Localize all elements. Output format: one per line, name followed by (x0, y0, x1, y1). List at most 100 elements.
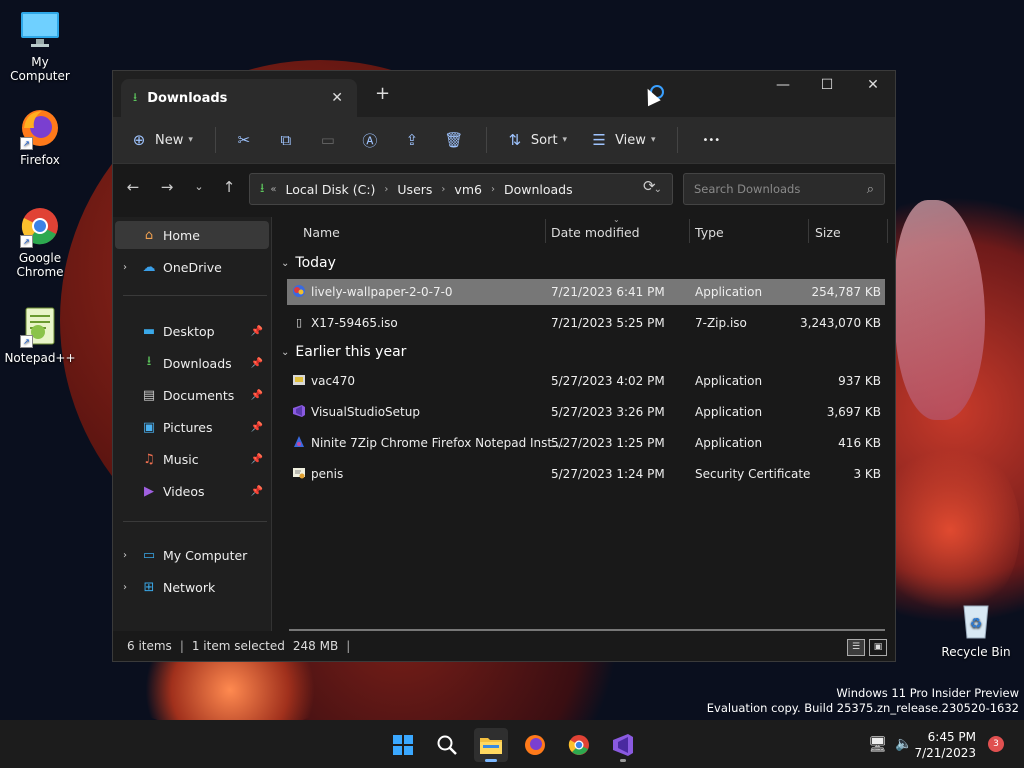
desktop-icon-label: My Computer (10, 55, 70, 83)
certificate-icon (292, 466, 306, 480)
clock-time: 6:45 PM (927, 730, 976, 744)
desktop-icon-my-computer[interactable]: My Computer (0, 8, 80, 83)
column-size[interactable]: Size (815, 225, 841, 240)
expand-chevron-icon[interactable]: › (123, 262, 137, 273)
desktop-icon-firefox[interactable]: ↗ Firefox (0, 106, 80, 167)
column-name[interactable]: Name (303, 225, 340, 240)
breadcrumb-local-disk[interactable]: Local Disk (C:) (286, 182, 376, 197)
group-header-today[interactable]: ⌄ Today (281, 255, 336, 271)
refresh-button[interactable]: ⟳ (643, 177, 656, 195)
taskbar-visual-studio[interactable] (606, 728, 640, 762)
sidebar-divider (123, 521, 267, 522)
desktop-icon-notepadpp[interactable]: ↗ Notepad++ (0, 304, 80, 365)
column-date-modified[interactable]: Date modified (551, 225, 640, 240)
close-tab-icon[interactable]: ✕ (331, 90, 343, 106)
file-row[interactable]: vac470 5/27/2023 4:02 PM Application 937… (287, 368, 885, 394)
volume-icon[interactable]: 🔈 (895, 736, 912, 752)
taskbar-chrome[interactable] (562, 728, 596, 762)
desktop-icon-label: Notepad++ (4, 351, 76, 365)
file-row[interactable]: penis 5/27/2023 1:24 PM Security Certifi… (287, 461, 885, 487)
maximize-button[interactable]: ☐ (805, 77, 849, 93)
tiles-view-button[interactable]: ▣ (869, 639, 887, 656)
ninite-icon (292, 435, 306, 449)
column-divider[interactable] (689, 219, 690, 243)
expand-chevron-icon[interactable]: › (123, 582, 137, 593)
forward-button[interactable]: → (155, 178, 179, 196)
evaluation-watermark: Windows 11 Pro Insider Preview Evaluatio… (706, 686, 1019, 715)
up-button[interactable]: ↑ (217, 178, 241, 196)
trash-icon: 🗑 (444, 131, 464, 149)
rename-button[interactable]: Ⓐ (360, 130, 380, 150)
close-window-button[interactable]: ✕ (851, 77, 895, 93)
pictures-icon: ▣ (142, 419, 156, 435)
breadcrumb-downloads[interactable]: Downloads (504, 182, 573, 197)
sidebar-item-my-computer[interactable]: › ▭ My Computer (115, 541, 269, 569)
cut-button[interactable]: ✂ (234, 130, 254, 150)
sidebar-item-home[interactable]: ⌂ Home (115, 221, 269, 249)
search-button[interactable] (430, 728, 464, 762)
file-row[interactable]: ▯ X17-59465.iso 7/21/2023 5:25 PM 7-Zip.… (287, 310, 885, 336)
home-icon: ⌂ (144, 227, 154, 243)
layout-toggle: ☰ ▣ (843, 639, 887, 656)
new-tab-button[interactable]: + (375, 83, 390, 104)
view-button[interactable]: ☰ View ▾ (589, 130, 655, 150)
clock-date: 7/21/2023 (914, 746, 976, 760)
chevron-right-icon[interactable]: › (491, 184, 495, 195)
group-header-earlier-this-year[interactable]: ⌄ Earlier this year (281, 344, 406, 360)
pin-icon: 📌 (250, 357, 263, 369)
search-box[interactable]: ⌕ (683, 173, 885, 205)
sort-button[interactable]: ⇅ Sort ▾ (505, 130, 567, 150)
copy-button[interactable]: ⧉ (276, 130, 296, 150)
file-explorer-window: ⭳ Downloads ✕ + — ☐ ✕ ⊕ New ▾ ✂ ⧉ ▭ Ⓐ ⇪ … (112, 70, 896, 662)
expand-chevron-icon[interactable]: › (123, 550, 137, 561)
paste-button[interactable]: ▭ (318, 130, 338, 150)
sidebar-item-music[interactable]: ♫ Music 📌 (115, 445, 269, 473)
sidebar-item-documents[interactable]: ▤ Documents 📌 (115, 381, 269, 409)
new-button[interactable]: ⊕ New ▾ (129, 130, 193, 150)
notification-badge[interactable]: 3 (988, 736, 1004, 752)
file-row[interactable]: lively-wallpaper-2-0-7-0 7/21/2023 6:41 … (287, 279, 885, 305)
address-bar[interactable]: ⭳ « Local Disk (C:) › Users › vm6 › Down… (249, 173, 673, 205)
start-button[interactable] (386, 728, 420, 762)
network-status-icon[interactable]: 🖥 (868, 735, 887, 753)
column-type[interactable]: Type (695, 225, 724, 240)
breadcrumb-vm6[interactable]: vm6 (454, 182, 482, 197)
search-input[interactable] (692, 181, 856, 197)
details-view-button[interactable]: ☰ (847, 639, 865, 656)
file-row[interactable]: VisualStudioSetup 5/27/2023 3:26 PM Appl… (287, 399, 885, 425)
delete-button[interactable]: 🗑 (444, 130, 464, 150)
tab-downloads[interactable]: ⭳ Downloads ✕ (121, 79, 357, 117)
tab-title: Downloads (147, 90, 228, 106)
desktop-icon-recycle-bin[interactable]: ♻ Recycle Bin (936, 598, 1016, 659)
monitor-icon (18, 8, 62, 52)
sidebar-item-downloads[interactable]: ⭳ Downloads 📌 (115, 349, 269, 377)
column-divider[interactable] (887, 219, 888, 243)
sidebar-item-onedrive[interactable]: › ☁ OneDrive (115, 253, 269, 281)
overflow-icon[interactable]: « (270, 184, 276, 195)
chevron-right-icon[interactable]: › (384, 184, 388, 195)
file-name: Ninite 7Zip Chrome Firefox Notepad Inst.… (311, 436, 564, 450)
desktop-icon-google-chrome[interactable]: ↗ Google Chrome (0, 204, 80, 279)
sidebar-item-desktop[interactable]: ▬ Desktop 📌 (115, 317, 269, 345)
network-icon: ⊞ (143, 579, 155, 595)
taskbar-file-explorer[interactable] (474, 728, 508, 762)
taskbar-clock[interactable]: 6:45 PM 7/21/2023 (914, 729, 976, 761)
column-divider[interactable] (808, 219, 809, 243)
sidebar-item-pictures[interactable]: ▣ Pictures 📌 (115, 413, 269, 441)
file-row[interactable]: Ninite 7Zip Chrome Firefox Notepad Inst.… (287, 430, 885, 456)
minimize-button[interactable]: — (761, 77, 805, 93)
file-icon: ▯ (295, 315, 303, 329)
taskbar-firefox[interactable] (518, 728, 552, 762)
sort-icon: ⇅ (508, 131, 522, 149)
breadcrumb-users[interactable]: Users (397, 182, 432, 197)
sidebar-item-network[interactable]: › ⊞ Network (115, 573, 269, 601)
back-button[interactable]: ← (121, 178, 145, 196)
videos-icon: ▶ (144, 483, 154, 499)
chevron-right-icon[interactable]: › (441, 184, 445, 195)
share-button[interactable]: ⇪ (402, 130, 422, 150)
recent-locations-button[interactable]: ⌄ (187, 180, 211, 193)
system-tray: 🖥 🔈 (868, 720, 912, 768)
column-divider[interactable] (545, 219, 546, 243)
more-options-button[interactable]: ••• (696, 135, 720, 146)
sidebar-item-videos[interactable]: ▶ Videos 📌 (115, 477, 269, 505)
